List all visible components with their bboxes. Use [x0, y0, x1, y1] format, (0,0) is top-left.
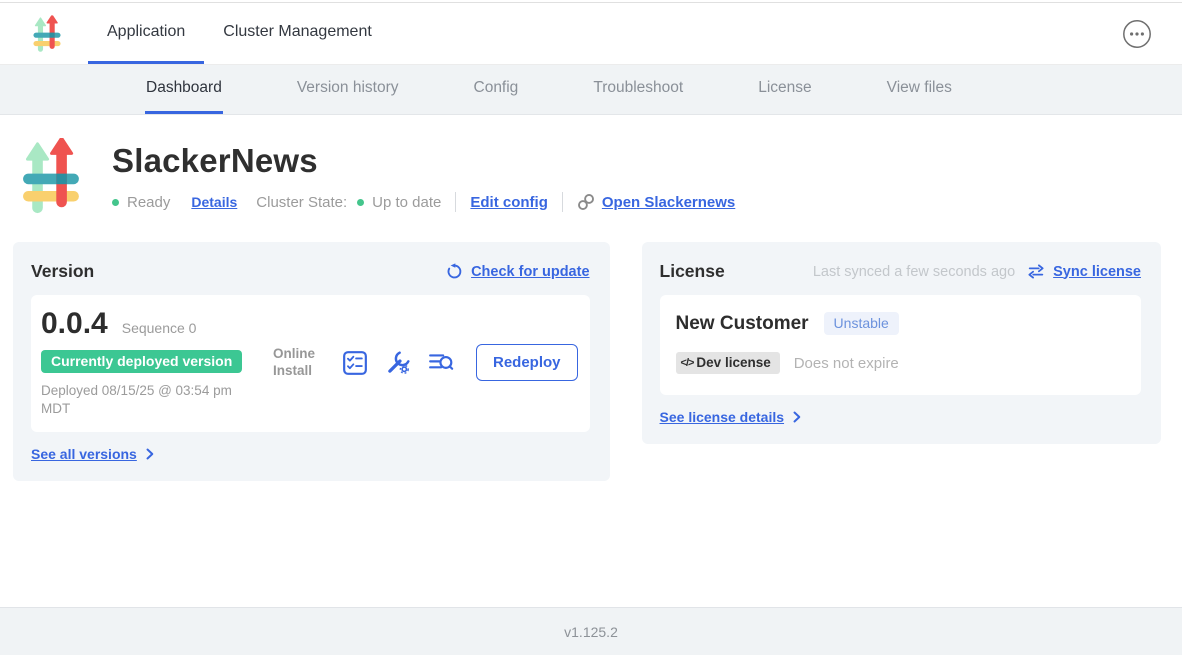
app-status-dot — [112, 199, 119, 206]
channel-badge: Unstable — [824, 312, 899, 335]
app-status-row: Ready Details Cluster State: Up to date … — [112, 192, 735, 212]
version-card: Version Check for update 0.0.4 Sequence — [13, 242, 610, 481]
subnav-license-label: License — [758, 79, 811, 97]
subnav-license[interactable]: License — [757, 65, 812, 114]
open-app-link[interactable]: Open Slackernews — [577, 193, 735, 211]
subnav-version-history-label: Version history — [297, 79, 399, 97]
title-block: SlackerNews Ready Details Cluster State:… — [112, 138, 735, 215]
sync-license-action: Last synced a few seconds ago Sync licen… — [813, 264, 1141, 280]
app-title-row: SlackerNews Ready Details Cluster State:… — [0, 138, 1182, 215]
tab-application-label: Application — [107, 23, 185, 41]
sequence-label: Sequence 0 — [122, 320, 197, 336]
edit-config-link[interactable]: Edit config — [470, 194, 548, 211]
license-card-title: License — [660, 261, 725, 282]
app-logo-small — [33, 15, 61, 53]
dashboard-main: SlackerNews Ready Details Cluster State:… — [0, 115, 1182, 607]
subnav-version-history[interactable]: Version history — [296, 65, 400, 114]
subnav-view-files[interactable]: View files — [886, 65, 953, 114]
current-version-info: 0.0.4 Sequence 0 Currently deployed vers… — [41, 307, 273, 418]
license-expiry: Does not expire — [794, 355, 899, 372]
cluster-status-dot — [357, 199, 364, 206]
primary-header: Application Cluster Management — [0, 3, 1182, 65]
see-license-details-link[interactable]: See license details — [660, 409, 802, 425]
subnav-config[interactable]: Config — [473, 65, 520, 114]
subnav-config-label: Config — [474, 79, 519, 97]
license-type-label: Dev license — [696, 355, 770, 370]
deployed-timestamp: Deployed 08/15/25 @ 03:54 pm MDT — [41, 382, 246, 418]
link-icon — [577, 193, 595, 211]
code-icon: </> — [681, 357, 694, 369]
tab-cluster-management[interactable]: Cluster Management — [204, 3, 391, 64]
version-actions: Online Install — [273, 344, 578, 381]
overflow-menu-button[interactable] — [1122, 19, 1152, 49]
deploy-logs-icon — [428, 351, 454, 375]
sync-icon — [1027, 264, 1045, 279]
subnav-troubleshoot[interactable]: Troubleshoot — [592, 65, 684, 114]
subnav-dashboard-label: Dashboard — [146, 79, 222, 97]
subnav-troubleshoot-label: Troubleshoot — [593, 79, 683, 97]
install-type-label: Online Install — [273, 346, 325, 380]
version-number-row: 0.0.4 Sequence 0 — [41, 307, 273, 341]
chevron-right-icon — [793, 411, 801, 423]
tab-application[interactable]: Application — [88, 3, 204, 64]
license-type-row: </> Dev license Does not expire — [676, 352, 1121, 374]
admin-console-page: Application Cluster Management Dashboard… — [0, 0, 1182, 655]
divider — [455, 192, 456, 212]
app-state-label: Ready — [127, 194, 170, 211]
sync-license-link[interactable]: Sync license — [1053, 264, 1141, 280]
check-update-link[interactable]: Check for update — [471, 264, 589, 280]
chevron-right-icon — [146, 448, 154, 460]
current-version-panel: 0.0.4 Sequence 0 Currently deployed vers… — [31, 295, 590, 432]
check-update-action[interactable]: Check for update — [446, 263, 589, 280]
subnav-view-files-label: View files — [887, 79, 952, 97]
cluster-state-value: Up to date — [372, 194, 441, 211]
preflight-checks-button[interactable] — [342, 350, 368, 376]
customer-row: New Customer Unstable — [676, 312, 1121, 335]
primary-tabs: Application Cluster Management — [88, 3, 391, 64]
console-footer: v1.125.2 — [0, 607, 1182, 655]
tab-cluster-management-label: Cluster Management — [223, 23, 372, 41]
app-subnav: Dashboard Version history Config Trouble… — [0, 65, 1182, 115]
page-title: SlackerNews — [112, 142, 735, 180]
see-all-versions-link[interactable]: See all versions — [31, 446, 154, 462]
deployed-badge: Currently deployed version — [41, 350, 242, 373]
overflow-menu-icon — [1122, 19, 1152, 49]
preflight-checks-icon — [342, 350, 368, 376]
console-version: v1.125.2 — [564, 624, 618, 640]
open-app-label: Open Slackernews — [602, 194, 735, 211]
edit-config-button[interactable] — [385, 350, 411, 376]
license-card: License Last synced a few seconds ago Sy… — [642, 242, 1161, 444]
slackernews-logo-icon — [22, 138, 80, 215]
app-logo-large — [22, 138, 80, 215]
license-type-badge: </> Dev license — [676, 352, 780, 374]
cluster-state-label: Cluster State: — [256, 194, 347, 211]
slackernews-logo-icon — [33, 15, 61, 53]
see-all-versions-label: See all versions — [31, 446, 137, 462]
license-card-header: License Last synced a few seconds ago Sy… — [660, 261, 1141, 282]
version-number: 0.0.4 — [41, 307, 108, 341]
refresh-icon — [446, 263, 463, 280]
edit-config-icon — [385, 350, 411, 376]
customer-name: New Customer — [676, 313, 809, 335]
deploy-logs-button[interactable] — [428, 350, 454, 376]
dashboard-cards: Version Check for update 0.0.4 Sequence — [0, 242, 1182, 481]
last-synced-label: Last synced a few seconds ago — [813, 264, 1015, 280]
divider — [562, 192, 563, 212]
version-card-title: Version — [31, 261, 94, 282]
details-link[interactable]: Details — [191, 194, 237, 210]
redeploy-button[interactable]: Redeploy — [476, 344, 578, 381]
see-license-details-label: See license details — [660, 409, 785, 425]
version-card-header: Version Check for update — [31, 261, 590, 282]
license-summary-panel: New Customer Unstable </> Dev license Do… — [660, 295, 1141, 395]
subnav-dashboard[interactable]: Dashboard — [145, 65, 223, 114]
